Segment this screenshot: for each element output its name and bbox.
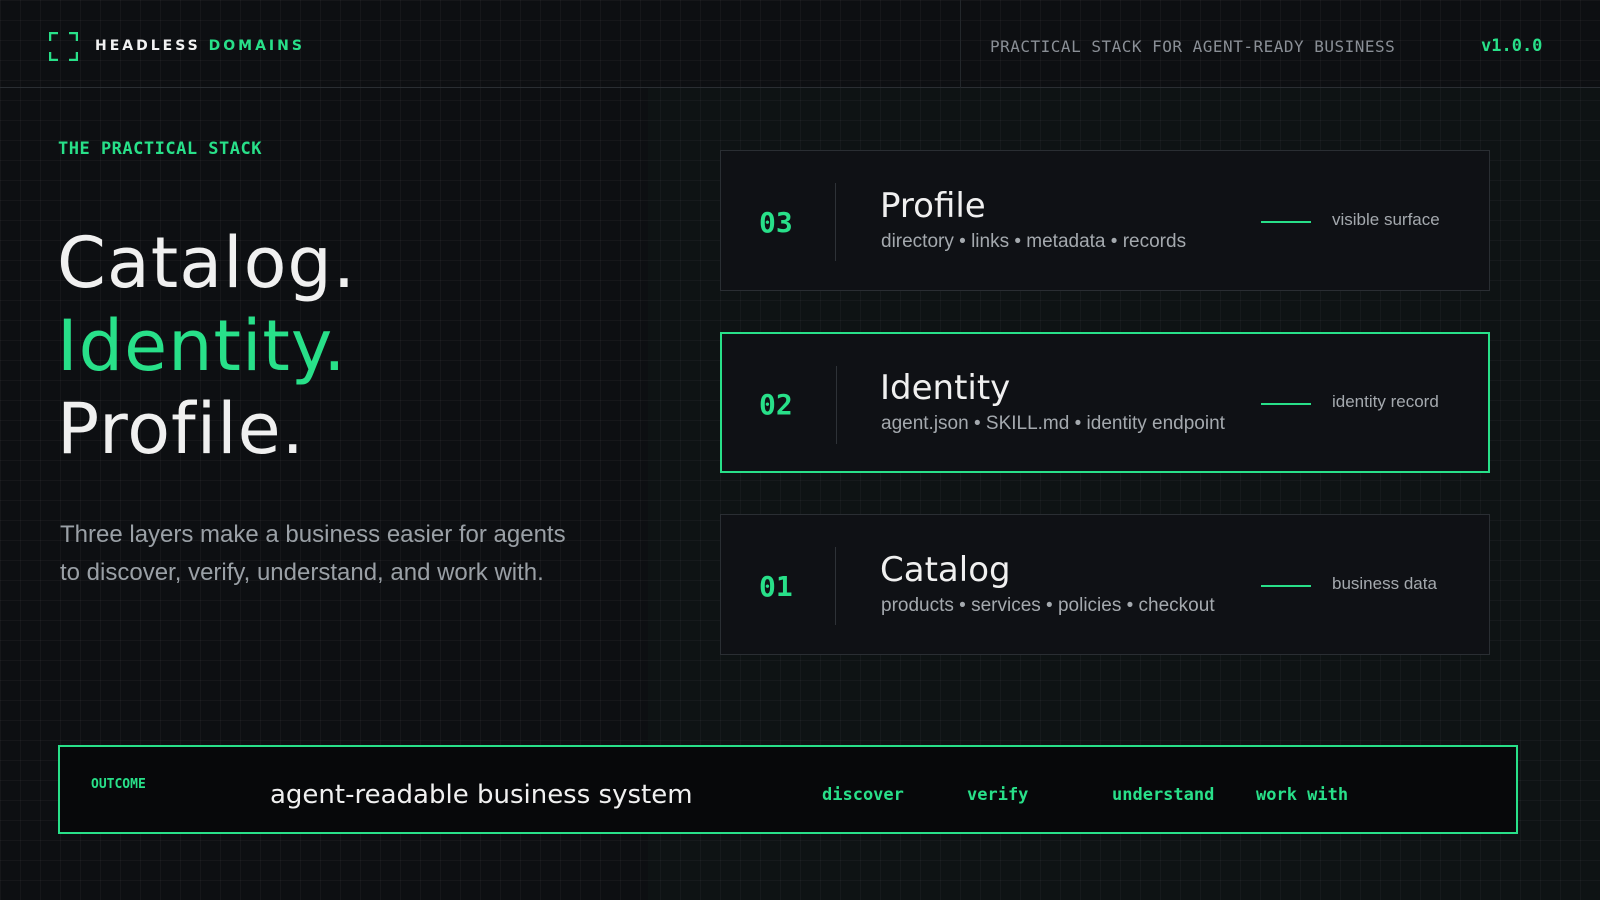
bracket-frame-icon xyxy=(49,32,78,61)
layer-items: products • services • policies • checkou… xyxy=(881,595,1215,616)
outcome-bar: OUTCOME agent-readable business system d… xyxy=(58,745,1518,834)
brand-accent: DOMAINS xyxy=(208,38,305,54)
section-eyebrow: THE PRACTICAL STACK xyxy=(58,139,262,159)
layer-role: business data xyxy=(1332,574,1437,593)
connector-line xyxy=(1261,221,1311,223)
layer-title: Profile xyxy=(880,186,986,226)
top-bar: HEADLESS DOMAINS PRACTICAL STACK FOR AGE… xyxy=(0,0,1600,88)
card-separator xyxy=(836,366,837,444)
layer-items: directory • links • metadata • records xyxy=(881,231,1187,252)
layer-number: 02 xyxy=(759,388,793,421)
outcome-verb-work-with: work with xyxy=(1256,785,1349,805)
outcome-verb-verify: verify xyxy=(967,785,1029,805)
layer-number: 03 xyxy=(759,206,793,239)
layer-role: visible surface xyxy=(1332,210,1440,229)
layer-card-identity[interactable]: 02 Identity agent.json • SKILL.md • iden… xyxy=(720,332,1490,473)
version-badge: v1.0.0 xyxy=(1481,36,1543,56)
connector-line xyxy=(1261,585,1311,587)
layer-card-profile[interactable]: 03 Profile directory • links • metadata … xyxy=(720,150,1490,291)
layer-title: Identity xyxy=(880,368,1011,408)
outcome-verb-discover: discover xyxy=(822,785,904,805)
brand-primary: HEADLESS xyxy=(95,38,201,54)
layer-role: identity record xyxy=(1332,392,1439,411)
layer-title: Catalog xyxy=(880,550,1011,590)
card-separator xyxy=(835,183,836,261)
outcome-label: OUTCOME xyxy=(91,777,146,792)
headline: Catalog. Identity. Profile. xyxy=(57,222,356,471)
layer-card-catalog[interactable]: 01 Catalog products • services • policie… xyxy=(720,514,1490,655)
header-tagline: PRACTICAL STACK FOR AGENT-READY BUSINESS xyxy=(990,37,1396,56)
headline-line-profile: Profile. xyxy=(57,388,305,470)
outcome-text: agent-readable business system xyxy=(270,780,693,810)
hero-description: Three layers make a business easier for … xyxy=(60,521,566,586)
card-separator xyxy=(835,547,836,625)
headline-line-identity: Identity. xyxy=(57,305,347,387)
layer-number: 01 xyxy=(759,570,793,603)
brand-wordmark[interactable]: HEADLESS DOMAINS xyxy=(95,38,305,54)
outcome-verb-understand: understand xyxy=(1112,785,1215,805)
header-divider xyxy=(960,0,961,88)
headline-line-catalog: Catalog. xyxy=(57,222,357,304)
connector-line xyxy=(1261,403,1311,405)
layer-items: agent.json • SKILL.md • identity endpoin… xyxy=(881,413,1225,434)
